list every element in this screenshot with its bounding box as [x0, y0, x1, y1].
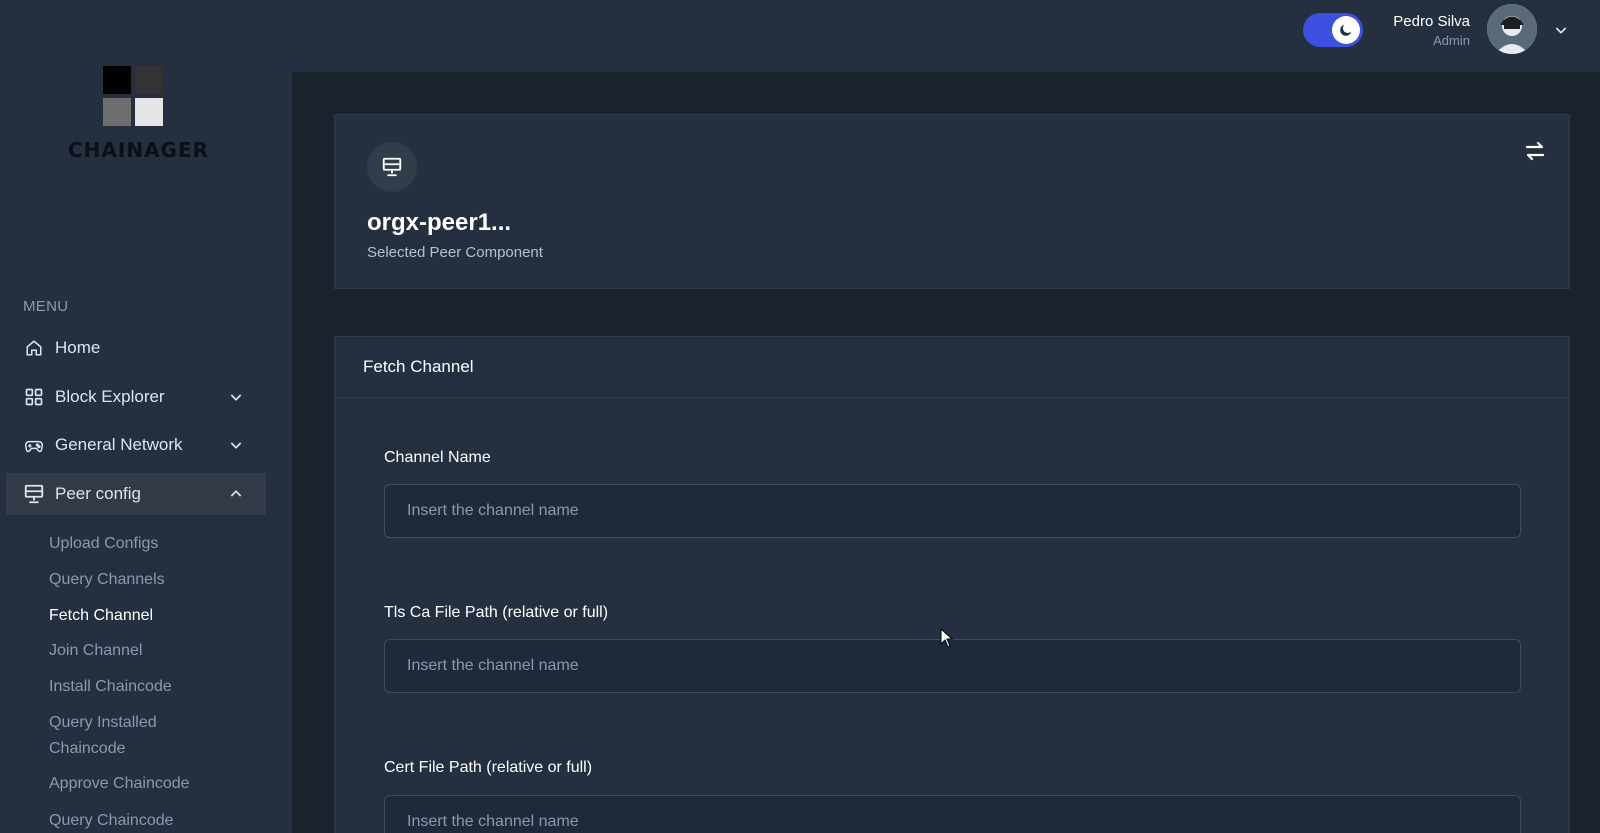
peer-title: orgx-peer1...: [367, 209, 512, 236]
sidebar: CHAINAGER MENU Home Block Explorer Gener…: [0, 0, 290, 833]
monitor-icon: [367, 142, 417, 192]
logo[interactable]: CHAINAGER: [68, 66, 208, 162]
chevron-up-icon: [230, 490, 242, 497]
tls-ca-file-path-label: Tls Ca File Path (relative or full): [384, 604, 609, 621]
submenu-item-upload-configs[interactable]: Upload Configs: [49, 531, 229, 557]
form-title: Fetch Channel: [335, 337, 1569, 398]
sidebar-item-label: Block Explorer: [55, 387, 165, 406]
submenu-item-join-channel[interactable]: Join Channel: [49, 638, 229, 664]
sidebar-item-peer-config[interactable]: Peer config: [6, 473, 266, 515]
sidebar-item-label: Home: [55, 338, 101, 357]
sidebar-item-general-network[interactable]: General Network: [6, 424, 266, 466]
submenu-item-approve-chaincode[interactable]: Approve Chaincode: [49, 771, 229, 797]
channel-name-label: Channel Name: [384, 449, 491, 466]
chevron-down-icon: [230, 442, 242, 449]
selected-peer-card: orgx-peer1... Selected Peer Component: [334, 114, 1570, 289]
sidebar-item-label: General Network: [55, 435, 183, 454]
peer-subtitle: Selected Peer Component: [367, 244, 543, 261]
sidebar-item-home[interactable]: Home: [6, 327, 266, 369]
cert-file-path-input[interactable]: [384, 795, 1521, 833]
submenu-item-fetch-channel[interactable]: Fetch Channel: [49, 603, 229, 629]
brand-name: CHAINAGER: [68, 138, 210, 162]
home-icon: [23, 337, 45, 359]
logo-mark: [103, 66, 167, 130]
submenu-item-query-chaincode[interactable]: Query Chaincode: [49, 808, 229, 833]
submenu-item-install-chaincode[interactable]: Install Chaincode: [49, 674, 229, 700]
user-name[interactable]: Pedro Silva: [1393, 13, 1470, 30]
submenu-item-query-channels[interactable]: Query Channels: [49, 567, 229, 593]
mouse-cursor-icon: [940, 628, 954, 648]
cert-file-path-label: Cert File Path (relative or full): [384, 759, 593, 776]
fetch-channel-form: Fetch Channel Channel Name Tls Ca File P…: [334, 336, 1570, 833]
menu-title: MENU: [23, 298, 69, 315]
gamepad-icon: [23, 434, 45, 456]
user-role: Admin: [1433, 33, 1470, 48]
grid-icon: [23, 386, 45, 408]
sidebar-item-label: Peer config: [55, 484, 141, 503]
chevron-down-icon: [230, 394, 242, 401]
moon-icon: [1332, 16, 1360, 44]
channel-name-input[interactable]: [384, 484, 1521, 538]
avatar[interactable]: [1487, 4, 1537, 54]
main-content: orgx-peer1... Selected Peer Component Fe…: [292, 72, 1600, 833]
monitor-icon: [23, 483, 45, 505]
chevron-down-icon[interactable]: [1553, 22, 1569, 38]
dark-mode-toggle[interactable]: [1303, 13, 1363, 47]
swap-icon[interactable]: [1523, 139, 1547, 163]
top-header: [290, 0, 1600, 72]
submenu-item-query-installed-chaincode[interactable]: Query Installed Chaincode: [49, 710, 199, 762]
sidebar-item-block-explorer[interactable]: Block Explorer: [6, 376, 266, 418]
